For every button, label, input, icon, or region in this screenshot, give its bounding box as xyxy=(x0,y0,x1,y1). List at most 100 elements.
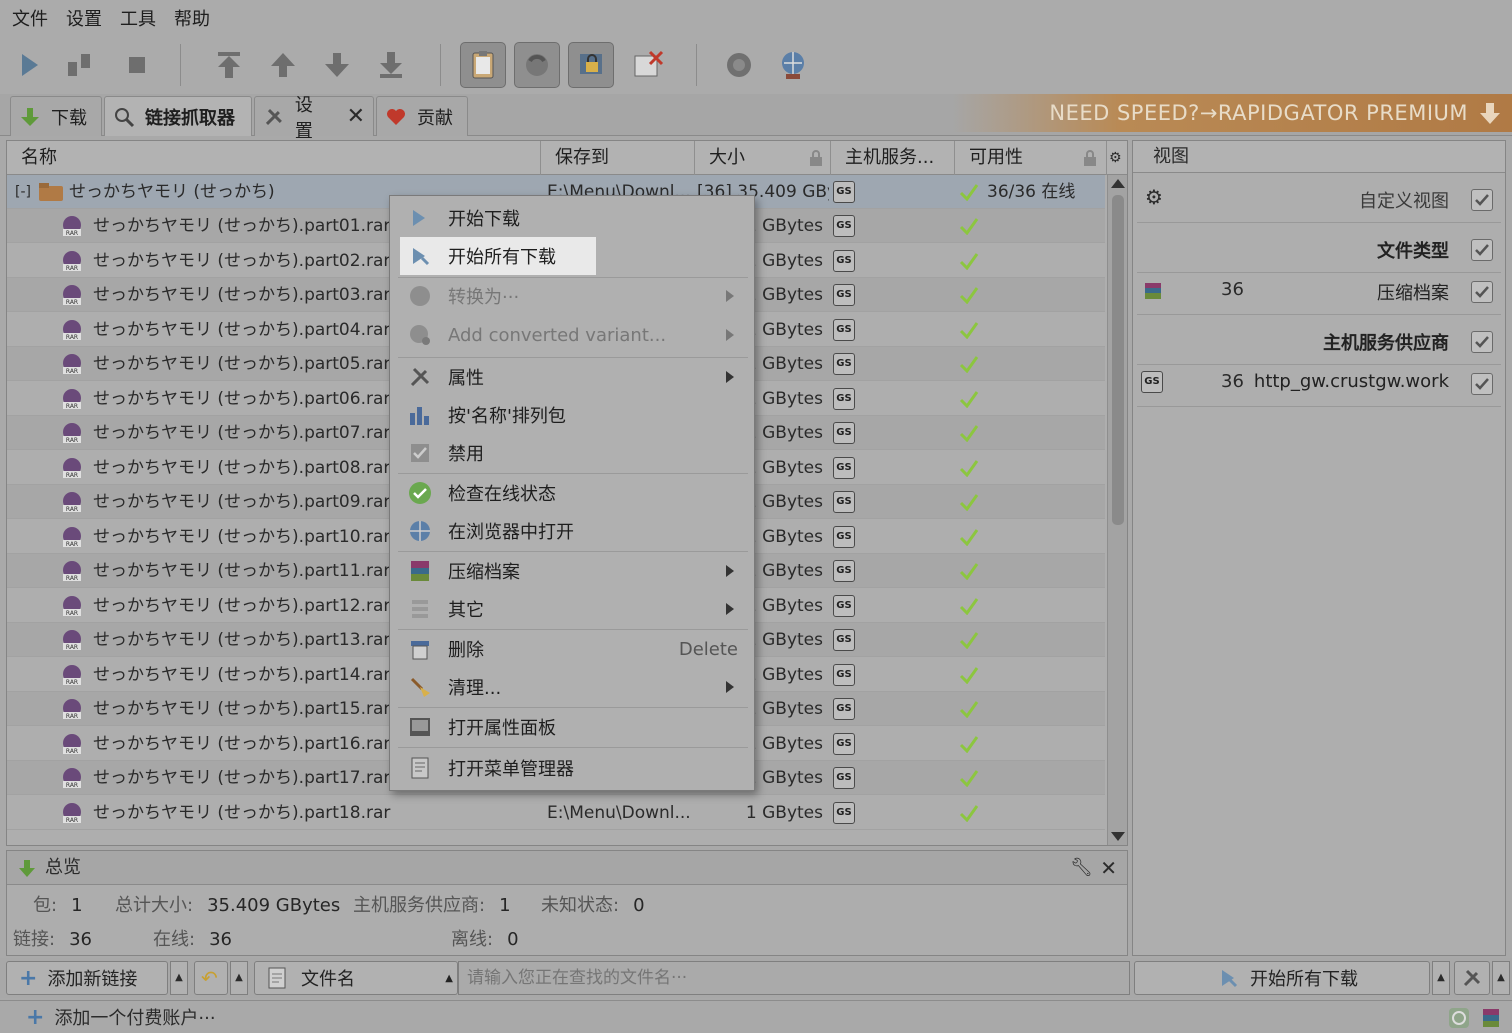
column-hoster[interactable]: 主机服务... xyxy=(831,141,955,175)
svg-text:RAR: RAR xyxy=(66,506,78,513)
tab-label: 设置 xyxy=(294,94,313,142)
online-check-icon xyxy=(959,459,979,477)
host-row[interactable]: GS 36 http_gw.crustgw.work xyxy=(1137,359,1501,407)
online-check-icon xyxy=(959,528,979,546)
archive-checkbox[interactable] xyxy=(1471,281,1493,303)
menu-item-label: 压缩档案 xyxy=(448,562,520,583)
move-bottom-icon[interactable] xyxy=(368,42,414,88)
table-scrollbar[interactable] xyxy=(1107,175,1127,845)
menu-item-label: 清理... xyxy=(448,678,502,699)
settings-tools-button[interactable] xyxy=(1454,961,1490,995)
hoster-badge: GS xyxy=(833,801,855,824)
scrollbar-thumb[interactable] xyxy=(1112,195,1124,525)
menu-item-open-in-browser[interactable]: 在浏览器中打开 xyxy=(400,512,746,550)
menu-item-check-online[interactable]: 检查在线状态 xyxy=(400,474,746,512)
svg-text:RAR: RAR xyxy=(66,610,78,617)
host-label: http_gw.crustgw.work xyxy=(1253,371,1449,392)
add-links-dropdown[interactable]: ▲ xyxy=(170,961,188,995)
add-links-button[interactable]: + 添加新链接 xyxy=(6,961,168,995)
stop-icon[interactable] xyxy=(114,42,160,88)
wrench-icon[interactable]: 🔧︎ xyxy=(1070,851,1093,885)
tab-linkgrabber[interactable]: 链接抓取器 xyxy=(104,96,252,136)
pause-icon[interactable] xyxy=(56,42,102,88)
column-name[interactable]: 名称 xyxy=(7,141,541,175)
clipboard-monitor-icon[interactable] xyxy=(460,42,506,88)
settings-dropdown[interactable]: ▲ xyxy=(1492,961,1510,995)
toolbar-separator xyxy=(696,44,697,86)
tab-contribute[interactable]: 贡献 xyxy=(376,96,468,136)
check-online-icon xyxy=(409,482,431,504)
auto-reconnect-icon[interactable] xyxy=(514,42,560,88)
reconnect-status-icon[interactable] xyxy=(1448,1007,1470,1029)
host-checkbox[interactable] xyxy=(1471,373,1493,395)
tab-label: 下载 xyxy=(51,107,87,129)
undo-button[interactable]: ↶ xyxy=(194,961,228,995)
delete-icon xyxy=(411,641,429,660)
close-icon[interactable]: ✕ xyxy=(1100,851,1117,885)
promo-banner[interactable]: NEED SPEED?→RAPIDGATOR PREMIUM xyxy=(952,94,1512,132)
close-tab-icon[interactable]: ✕ xyxy=(347,104,365,129)
tab-label: 贡献 xyxy=(417,107,453,129)
table-row[interactable]: RAR せっかちヤモリ (せっかち).part18.rar E:\Menu\Down… xyxy=(7,796,1105,830)
add-premium-account-link[interactable]: 添加一个付费账户··· xyxy=(54,1004,215,1030)
archive-count: 36 xyxy=(1221,279,1244,300)
menu-item-open-menu-manager[interactable]: 打开菜单管理器 xyxy=(400,749,746,787)
menu-item-open-properties-panel[interactable]: 打开属性面板 xyxy=(400,708,746,746)
update-globe-icon[interactable] xyxy=(770,42,816,88)
gear-icon[interactable]: ⚙ xyxy=(1145,185,1163,209)
online-check-icon xyxy=(959,770,979,787)
menu-item-delete[interactable]: 删除 Delete xyxy=(400,630,746,668)
menu-settings[interactable]: 设置 xyxy=(62,5,116,31)
collapse-toggle[interactable]: [-] xyxy=(15,175,31,209)
host-header-checkbox[interactable] xyxy=(1471,331,1493,353)
menu-item-archive[interactable]: 压缩档案 xyxy=(400,552,746,590)
custom-view-checkbox[interactable] xyxy=(1471,189,1493,211)
start-all-dropdown[interactable]: ▲ xyxy=(1432,961,1450,995)
menu-item-sort-by-name[interactable]: 按'名称'排列包 xyxy=(400,396,746,434)
menu-item-start-download[interactable]: 开始下载 xyxy=(400,199,746,237)
play-icon[interactable] xyxy=(6,42,52,88)
move-down-icon[interactable] xyxy=(314,42,360,88)
premium-lock-icon[interactable] xyxy=(568,42,614,88)
tab-settings[interactable]: 设置 ✕ xyxy=(254,95,374,142)
hoster-badge: GS xyxy=(833,698,855,720)
reconnect-icon[interactable] xyxy=(716,42,762,88)
undo-dropdown[interactable]: ▲ xyxy=(230,961,248,995)
search-input[interactable] xyxy=(458,961,1130,995)
silent-mode-icon[interactable] xyxy=(624,42,670,88)
host-header-row[interactable]: 主机服务供应商 xyxy=(1137,317,1501,365)
move-top-icon[interactable] xyxy=(206,42,252,88)
menu-item-other[interactable]: 其它 xyxy=(400,590,746,628)
scroll-down-icon[interactable] xyxy=(1111,832,1125,841)
menu-manager-icon xyxy=(411,757,429,779)
rar-file-icon: RAR xyxy=(63,768,81,789)
plus-icon: + xyxy=(26,1004,45,1030)
convert-icon xyxy=(410,286,430,306)
menu-item-disable[interactable]: 禁用 xyxy=(400,434,746,472)
column-settings-gear-icon[interactable]: ⚙ xyxy=(1109,150,1122,166)
promo-text: NEED SPEED?→RAPIDGATOR PREMIUM xyxy=(1049,101,1468,125)
custom-view-row[interactable]: ⚙ 自定义视图 xyxy=(1137,175,1501,223)
menu-item-cleanup[interactable]: 清理... xyxy=(400,668,746,706)
online-check-icon xyxy=(959,666,979,684)
scroll-up-icon[interactable] xyxy=(1111,179,1125,188)
file-name: せっかちヤモリ (せっかち).part17.rar xyxy=(93,768,391,788)
menu-file[interactable]: 文件 xyxy=(8,5,62,31)
file-type-header-row[interactable]: 文件类型 xyxy=(1137,225,1501,273)
menu-item-add-converted-variant[interactable]: Add converted variant... xyxy=(400,316,746,354)
file-type-archive-row[interactable]: 36 压缩档案 xyxy=(1137,267,1501,315)
menu-item-start-all-downloads[interactable]: 开始所有下载 xyxy=(400,237,596,275)
start-all-downloads-button[interactable]: 开始所有下载 xyxy=(1134,961,1430,995)
online-check-icon xyxy=(959,563,979,580)
tab-downloads[interactable]: 下载 xyxy=(10,96,102,136)
archive-status-icon[interactable] xyxy=(1480,1007,1502,1029)
menu-item-label: 检查在线状态 xyxy=(448,484,556,505)
menu-help[interactable]: 帮助 xyxy=(170,5,224,31)
column-save-to[interactable]: 保存到 xyxy=(541,141,695,175)
filter-type-select[interactable]: 文件名 ▲ xyxy=(254,961,458,995)
file-type-checkbox[interactable] xyxy=(1471,239,1493,261)
menu-item-convert[interactable]: 转换为··· xyxy=(400,277,746,315)
menu-tools[interactable]: 工具 xyxy=(116,5,170,31)
move-up-icon[interactable] xyxy=(260,42,306,88)
menu-item-properties[interactable]: 属性 xyxy=(400,358,746,396)
